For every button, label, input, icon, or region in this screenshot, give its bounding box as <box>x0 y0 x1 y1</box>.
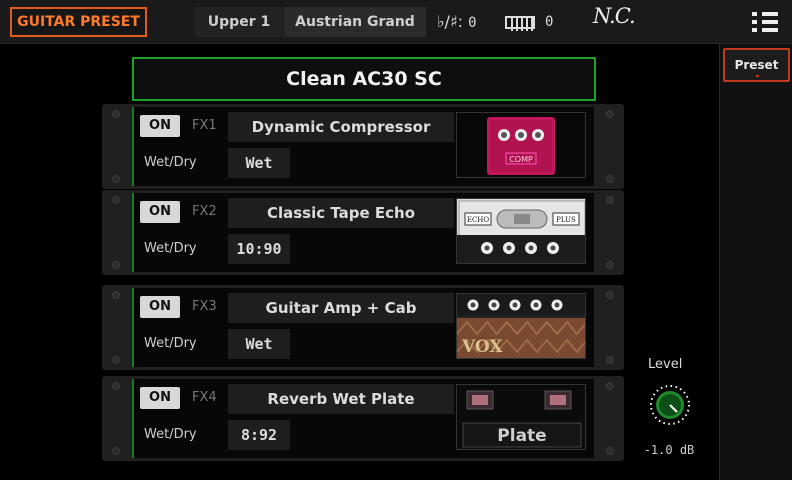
plate-label: Plate <box>497 426 546 446</box>
tab-preset[interactable]: Preset <box>723 48 790 82</box>
keyboard-icon <box>505 15 535 31</box>
amp-cab-image[interactable]: VOX <box>456 293 586 359</box>
fx-slot-1: ON FX1 Dynamic Compressor Wet/Dry Wet CO… <box>102 104 624 189</box>
preset-name-field[interactable]: Clean AC30 SC <box>132 57 596 101</box>
fx-panel: ON FX3 Guitar Amp + Cab Wet/Dry Wet VOX <box>132 288 594 367</box>
wet-dry-value[interactable]: 10:90 <box>228 234 290 264</box>
screw-icon <box>112 356 120 364</box>
octave-value: 0 <box>545 14 554 30</box>
fx-id: FX4 <box>192 390 217 405</box>
screw-icon <box>112 261 120 269</box>
fx-on-button[interactable]: ON <box>140 201 180 223</box>
fx-slot-3: ON FX3 Guitar Amp + Cab Wet/Dry Wet VOX <box>102 285 624 370</box>
fx-name-field[interactable]: Dynamic Compressor <box>228 112 454 142</box>
top-bar: GUITAR PRESET Upper 1 Austrian Grand ♭/♯… <box>0 0 792 44</box>
wet-dry-value[interactable]: 8:92 <box>228 420 290 450</box>
fx-slot-4: ON FX4 Reverb Wet Plate Wet/Dry 8:92 Pla… <box>102 376 624 461</box>
screw-icon <box>606 261 614 269</box>
screw-icon <box>606 291 614 299</box>
compressor-pedal-image[interactable]: COMP <box>456 112 586 178</box>
octave-display[interactable]: 0 <box>505 7 553 37</box>
fx-name-field[interactable]: Guitar Amp + Cab <box>228 293 454 323</box>
screw-icon <box>112 291 120 299</box>
screw-icon <box>112 196 120 204</box>
wet-dry-value[interactable]: Wet <box>228 148 290 178</box>
fx-id: FX2 <box>192 204 217 219</box>
screw-icon <box>606 175 614 183</box>
track-selector[interactable]: Upper 1 <box>195 7 283 37</box>
wet-dry-value[interactable]: Wet <box>228 329 290 359</box>
echo-label: ECHO <box>467 216 490 224</box>
wet-dry-label: Wet/Dry <box>144 241 197 256</box>
level-label: Level <box>648 357 683 372</box>
tape-echo-image[interactable]: ECHO PLUS <box>456 198 586 264</box>
wet-dry-label: Wet/Dry <box>144 336 197 351</box>
fx-name-field[interactable]: Classic Tape Echo <box>228 198 454 228</box>
transpose-value: 0 <box>468 15 477 31</box>
screw-icon <box>112 175 120 183</box>
menu-icon[interactable] <box>752 11 778 33</box>
sound-selector[interactable]: Austrian Grand <box>284 7 426 37</box>
vox-logo: VOX <box>461 337 503 357</box>
fx-id: FX1 <box>192 118 217 133</box>
screw-icon <box>112 110 120 118</box>
fx-slot-2: ON FX2 Classic Tape Echo Wet/Dry 10:90 E… <box>102 190 624 275</box>
screw-icon <box>606 196 614 204</box>
screw-icon <box>606 447 614 455</box>
plate-reverb-image[interactable]: Plate <box>456 384 586 450</box>
wet-dry-label: Wet/Dry <box>144 155 197 170</box>
fx-panel: ON FX4 Reverb Wet Plate Wet/Dry 8:92 Pla… <box>132 379 594 458</box>
compressor-pedal-label: COMP <box>509 155 533 164</box>
fx-panel: ON FX2 Classic Tape Echo Wet/Dry 10:90 E… <box>132 193 594 272</box>
level-knob[interactable] <box>649 384 691 426</box>
fx-on-button[interactable]: ON <box>140 296 180 318</box>
page-title[interactable]: GUITAR PRESET <box>10 7 147 37</box>
side-tabs: Preset <box>719 44 792 480</box>
screw-icon <box>606 356 614 364</box>
fx-on-button[interactable]: ON <box>140 387 180 409</box>
wet-dry-label: Wet/Dry <box>144 427 197 442</box>
screw-icon <box>112 447 120 455</box>
screw-icon <box>606 382 614 390</box>
fx-id: FX3 <box>192 299 217 314</box>
fx-name-field[interactable]: Reverb Wet Plate <box>228 384 454 414</box>
transpose-display[interactable]: ♭/♯: 0 <box>437 7 477 37</box>
chord-display: N.C. <box>593 4 636 28</box>
screw-icon <box>112 382 120 390</box>
fx-panel: ON FX1 Dynamic Compressor Wet/Dry Wet CO… <box>132 107 594 186</box>
plus-label: PLUS <box>556 216 576 224</box>
screw-icon <box>606 110 614 118</box>
transpose-symbol: ♭/♯: <box>437 12 464 31</box>
level-value: -1.0 dB <box>643 443 695 457</box>
fx-on-button[interactable]: ON <box>140 115 180 137</box>
